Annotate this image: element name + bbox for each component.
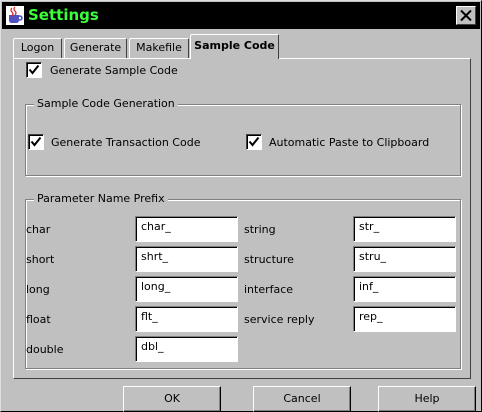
short-label: short [26,253,55,266]
short-prefix-field[interactable]: shrt_ [135,246,238,272]
structure-label: structure [244,253,294,266]
button-label: Cancel [283,392,321,405]
tab-makefile[interactable]: Makefile [129,38,189,58]
close-button[interactable] [456,6,476,25]
service-reply-prefix-field[interactable]: rep_ [353,306,456,332]
field-value: long_ [141,280,171,293]
generate-sample-code-checkbox[interactable] [26,62,42,78]
close-icon [460,10,472,21]
double-label: double [26,343,64,356]
sample-code-panel: Generate Sample Code Sample Code Generat… [13,58,471,379]
tab-logon[interactable]: Logon [13,38,62,58]
ok-button[interactable]: OK [123,386,221,412]
settings-window: Settings Logon Generate Makefile Sample … [0,0,482,412]
tab-label: Sample Code [194,39,275,52]
tab-label: Makefile [136,41,182,54]
field-value: str_ [359,220,380,233]
group-title: Parameter Name Prefix [34,192,168,205]
checkmark-icon [28,64,40,75]
generate-transaction-code-label: Generate Transaction Code [51,136,201,149]
generate-sample-code-label: Generate Sample Code [50,64,178,77]
tab-generate[interactable]: Generate [64,38,127,58]
tab-label: Generate [69,41,122,54]
string-prefix-field[interactable]: str_ [353,216,456,242]
tab-sample-code[interactable]: Sample Code [190,34,279,59]
button-label: OK [164,392,180,405]
automatic-paste-checkbox[interactable] [246,134,262,150]
title-bar[interactable]: Settings [2,2,480,29]
cancel-button[interactable]: Cancel [253,386,351,412]
sample-code-generation-group: Sample Code Generation Generate Transact… [25,97,461,176]
group-title: Sample Code Generation [34,97,178,110]
generate-transaction-code-checkbox[interactable] [28,134,44,150]
char-label: char [26,223,51,236]
field-value: stru_ [359,250,387,263]
field-value: rep_ [359,310,383,323]
long-prefix-field[interactable]: long_ [135,276,238,302]
automatic-paste-label: Automatic Paste to Clipboard [269,136,430,149]
field-value: char_ [141,220,171,233]
field-value: inf_ [359,280,379,293]
window-title: Settings [28,6,99,24]
interface-label: interface [244,283,294,296]
char-prefix-field[interactable]: char_ [135,216,238,242]
field-value: flt_ [141,310,158,323]
string-label: string [244,223,276,236]
float-prefix-field[interactable]: flt_ [135,306,238,332]
help-button[interactable]: Help [378,386,476,412]
tab-label: Logon [20,41,55,54]
checkmark-icon [248,136,260,147]
double-prefix-field[interactable]: dbl_ [135,336,238,362]
parameter-name-prefix-group: Parameter Name Prefix char char_ short s… [25,192,461,369]
interface-prefix-field[interactable]: inf_ [353,276,456,302]
structure-prefix-field[interactable]: stru_ [353,246,456,272]
java-cup-icon [6,6,24,25]
checkmark-icon [30,136,42,147]
field-value: shrt_ [141,250,169,263]
service-reply-label: service reply [244,313,315,326]
float-label: float [26,313,51,326]
field-value: dbl_ [141,340,164,353]
long-label: long [26,283,50,296]
button-label: Help [414,392,440,405]
